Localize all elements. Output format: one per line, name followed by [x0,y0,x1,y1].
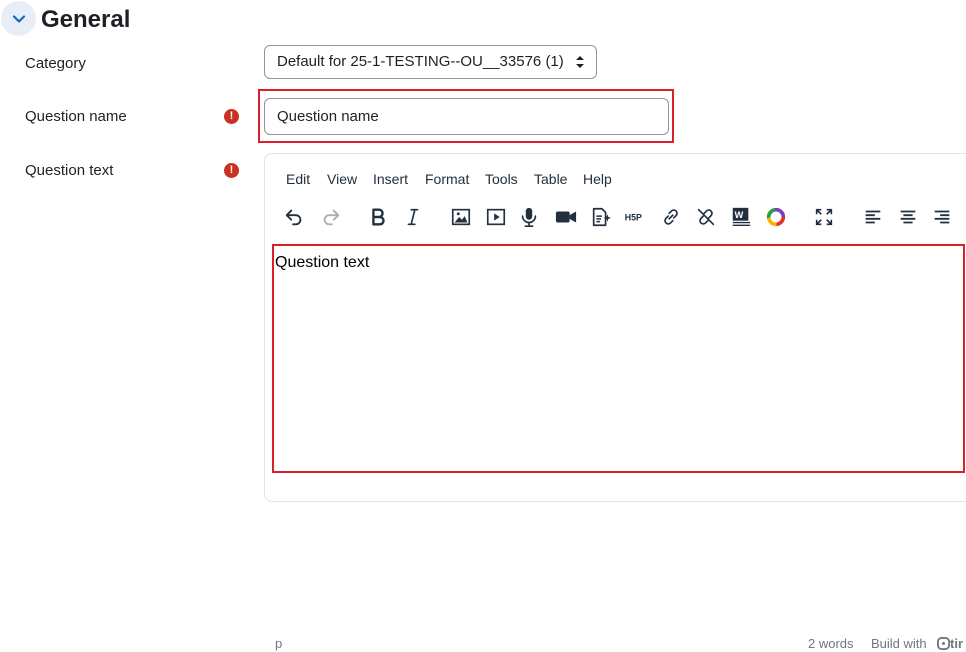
svg-text:W: W [735,210,744,220]
microphone-icon [521,207,537,227]
question-name-placeholder: Question name [277,108,379,125]
italic-button[interactable] [398,202,428,232]
unlink-icon [697,208,715,226]
word-import-button[interactable]: W [726,202,756,232]
required-icon: ! [224,163,239,178]
category-selected-value: Default for 25-1-TESTING--OU__33576 (1) [277,53,564,70]
media-icon [486,208,506,226]
align-left-button[interactable] [858,202,888,232]
menu-table[interactable]: Table [534,170,567,188]
record-video-button[interactable] [551,202,581,232]
brand-logo[interactable]: tir [937,636,966,652]
undo-icon [285,209,302,226]
color-wheel-icon [766,207,786,227]
align-right-button[interactable] [927,202,957,232]
question-name-input[interactable]: Question name [264,98,669,135]
required-icon: ! [224,109,239,124]
align-center-button[interactable] [893,202,923,232]
category-select[interactable]: Default for 25-1-TESTING--OU__33576 (1) [264,45,597,79]
h5p-label: H5P [625,213,642,223]
word-count[interactable]: 2 words [808,636,854,652]
ai-generate-button[interactable] [586,202,616,232]
question-name-label: Question name [25,108,127,125]
fullscreen-icon [815,208,833,226]
italic-icon [407,208,419,226]
editor-content-highlight[interactable] [272,244,965,473]
link-button[interactable] [656,202,686,232]
redo-icon [323,209,340,226]
brand-fragment: tir [950,636,963,651]
menu-view[interactable]: View [327,170,357,188]
media-button[interactable] [481,202,511,232]
h5p-icon: H5P [625,213,642,223]
fullscreen-button[interactable] [809,202,839,232]
menu-format[interactable]: Format [425,170,469,188]
color-tool-button[interactable] [761,202,791,232]
word-import-icon: W [732,207,751,226]
align-left-icon [865,210,881,224]
category-label: Category [25,55,86,72]
h5p-button[interactable]: H5P [620,202,650,232]
editor-content-text[interactable]: Question text [275,253,369,273]
section-title: General [41,6,131,33]
chevron-down-icon [12,14,25,23]
image-icon [451,208,471,226]
collapse-toggle-button[interactable] [1,1,36,36]
menu-edit[interactable]: Edit [286,170,310,188]
menu-help[interactable]: Help [583,170,612,188]
record-audio-button[interactable] [514,202,544,232]
undo-button[interactable] [279,202,309,232]
select-arrows-icon [576,56,584,68]
video-icon [555,211,577,223]
element-path[interactable]: p [275,636,282,652]
menu-insert[interactable]: Insert [373,170,408,188]
bold-icon [372,208,385,226]
redo-button[interactable] [316,202,346,232]
align-center-icon [900,210,916,224]
image-button[interactable] [446,202,476,232]
align-right-icon [934,210,950,224]
unlink-button[interactable] [691,202,721,232]
bold-button[interactable] [363,202,393,232]
menu-tools[interactable]: Tools [485,170,518,188]
tiny-logo-icon [937,637,950,650]
question-text-label: Question text [25,162,114,179]
ai-generate-icon [592,207,612,227]
link-icon [664,209,678,225]
branding-text[interactable]: Build with [871,636,927,652]
